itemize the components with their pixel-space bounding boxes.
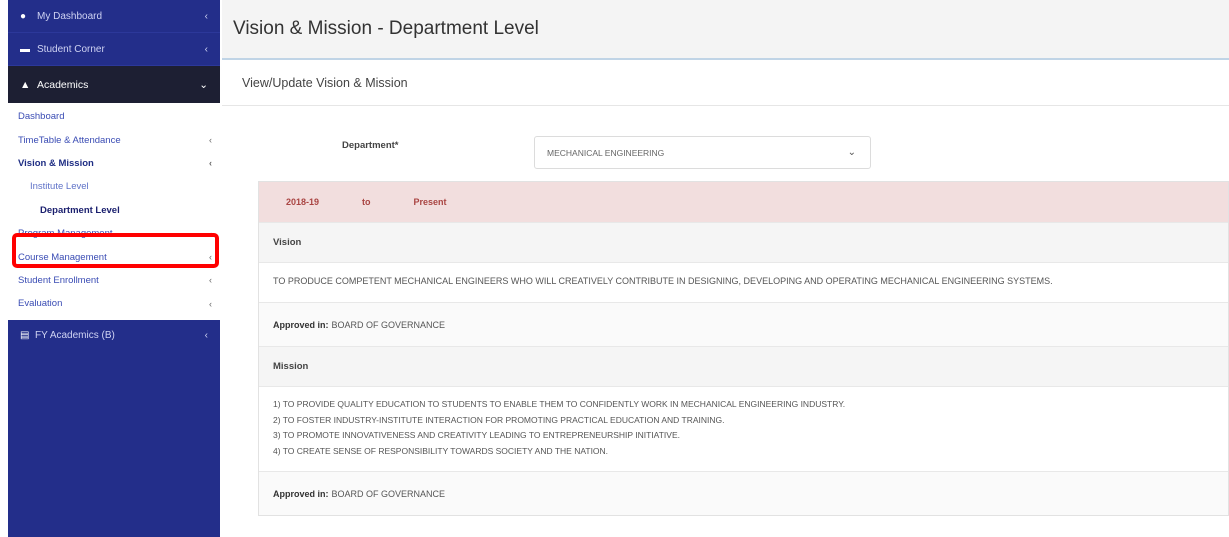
approved-label: Approved in:	[273, 488, 329, 499]
vision-heading: Vision	[259, 222, 1228, 263]
mission-line: 1) TO PROVIDE QUALITY EDUCATION TO STUDE…	[273, 399, 846, 409]
approved-value: BOARD OF GOVERNANCE	[331, 488, 446, 499]
chevron-down-icon: ⌄	[199, 78, 208, 91]
page-title: Vision & Mission - Department Level	[222, 0, 1229, 60]
vision-approved: Approved in: BOARD OF GOVERNANCE	[259, 302, 1228, 346]
student-icon: ▬	[20, 43, 30, 55]
sidebar-item-label: Dashboard	[18, 111, 65, 123]
sidebar-item-academics[interactable]: ▲ Academics ⌄	[8, 66, 220, 103]
sidebar-item-label: Evaluation	[18, 298, 63, 310]
period-until: Present	[413, 197, 447, 207]
mission-text: 1) TO PROVIDE QUALITY EDUCATION TO STUDE…	[259, 387, 1228, 471]
chevron-down-icon: ⌄	[847, 147, 856, 158]
card-title: View/Update Vision & Mission	[222, 60, 1229, 106]
period-from: 2018-19	[286, 197, 320, 207]
department-selected-value: MECHANICAL ENGINEERING	[547, 147, 665, 158]
sidebar-item-institute-level[interactable]: Institute Level	[8, 175, 220, 198]
mission-heading: Mission	[259, 346, 1228, 387]
department-row: Department* MECHANICAL ENGINEERING ⌄	[222, 116, 1229, 170]
academics-icon: ▲	[20, 78, 31, 91]
sidebar-item-label: Academics	[37, 78, 89, 91]
main-content: Vision & Mission - Department Level View…	[222, 0, 1229, 537]
chevron-left-icon: ‹	[204, 10, 208, 22]
period-to-word: to	[362, 197, 371, 207]
mission-approved: Approved in: BOARD OF GOVERNANCE	[259, 471, 1228, 515]
department-select[interactable]: MECHANICAL ENGINEERING ⌄	[534, 136, 871, 169]
chevron-left-icon: ‹	[209, 275, 212, 286]
chevron-left-icon: ‹	[204, 329, 208, 341]
mission-line: 3) TO PROMOTE INNOVATIVENESS AND CREATIV…	[273, 430, 680, 440]
sidebar: ● My Dashboard ‹ ▬ Student Corner ‹ ▲ Ac…	[8, 0, 220, 537]
vision-text: TO PRODUCE COMPETENT MECHANICAL ENGINEER…	[259, 263, 1228, 302]
sidebar-item-label: Department Level	[40, 204, 120, 216]
sidebar-item-timetable[interactable]: TimeTable & Attendance ‹	[8, 128, 220, 151]
mission-line: 2) TO FOSTER INDUSTRY-INSTITUTE INTERACT…	[273, 414, 725, 425]
sidebar-item-label: Student Corner	[37, 43, 105, 55]
sidebar-item-label: Institute Level	[30, 181, 89, 193]
sidebar-item-label: Student Enrollment	[18, 274, 99, 286]
period-bar: 2018-19 to Present	[259, 182, 1228, 222]
chevron-left-icon: ‹	[209, 135, 212, 146]
chevron-left-icon: ‹	[204, 43, 208, 55]
approved-label: Approved in:	[273, 319, 329, 330]
sidebar-item-evaluation[interactable]: Evaluation ‹	[8, 292, 220, 315]
sidebar-item-label: Vision & Mission	[18, 157, 94, 169]
sidebar-item-label: My Dashboard	[37, 10, 103, 22]
chevron-left-icon: ‹	[209, 298, 212, 309]
sidebar-item-dashboard[interactable]: Dashboard	[8, 105, 220, 128]
sidebar-item-student-enrollment[interactable]: Student Enrollment ‹	[8, 269, 220, 292]
book-icon: ▤	[20, 329, 30, 341]
sidebar-item-fy-academics[interactable]: ▤ FY Academics (B) ‹	[8, 320, 220, 351]
sidebar-item-vision-mission[interactable]: Vision & Mission ‹	[8, 152, 220, 175]
academics-submenu: Dashboard TimeTable & Attendance ‹ Visio…	[8, 103, 220, 320]
vision-mission-panel: 2018-19 to Present Vision TO PRODUCE COM…	[258, 181, 1229, 516]
sidebar-item-department-level[interactable]: Department Level	[8, 199, 220, 222]
card-body: Department* MECHANICAL ENGINEERING ⌄ 201…	[222, 106, 1229, 537]
chevron-left-icon: ‹	[209, 158, 212, 169]
dashboard-icon: ●	[20, 10, 27, 22]
approved-value: BOARD OF GOVERNANCE	[331, 319, 446, 330]
department-label: Department*	[342, 140, 399, 151]
sidebar-item-label: TimeTable & Attendance	[18, 134, 121, 146]
highlight-box	[12, 233, 219, 268]
sidebar-item-label: FY Academics (B)	[35, 329, 115, 341]
sidebar-item-my-dashboard[interactable]: ● My Dashboard ‹	[8, 0, 220, 33]
sidebar-item-student-corner[interactable]: ▬ Student Corner ‹	[8, 33, 220, 66]
mission-line: 4) TO CREATE SENSE OF RESPONSIBILITY TOW…	[273, 445, 609, 456]
